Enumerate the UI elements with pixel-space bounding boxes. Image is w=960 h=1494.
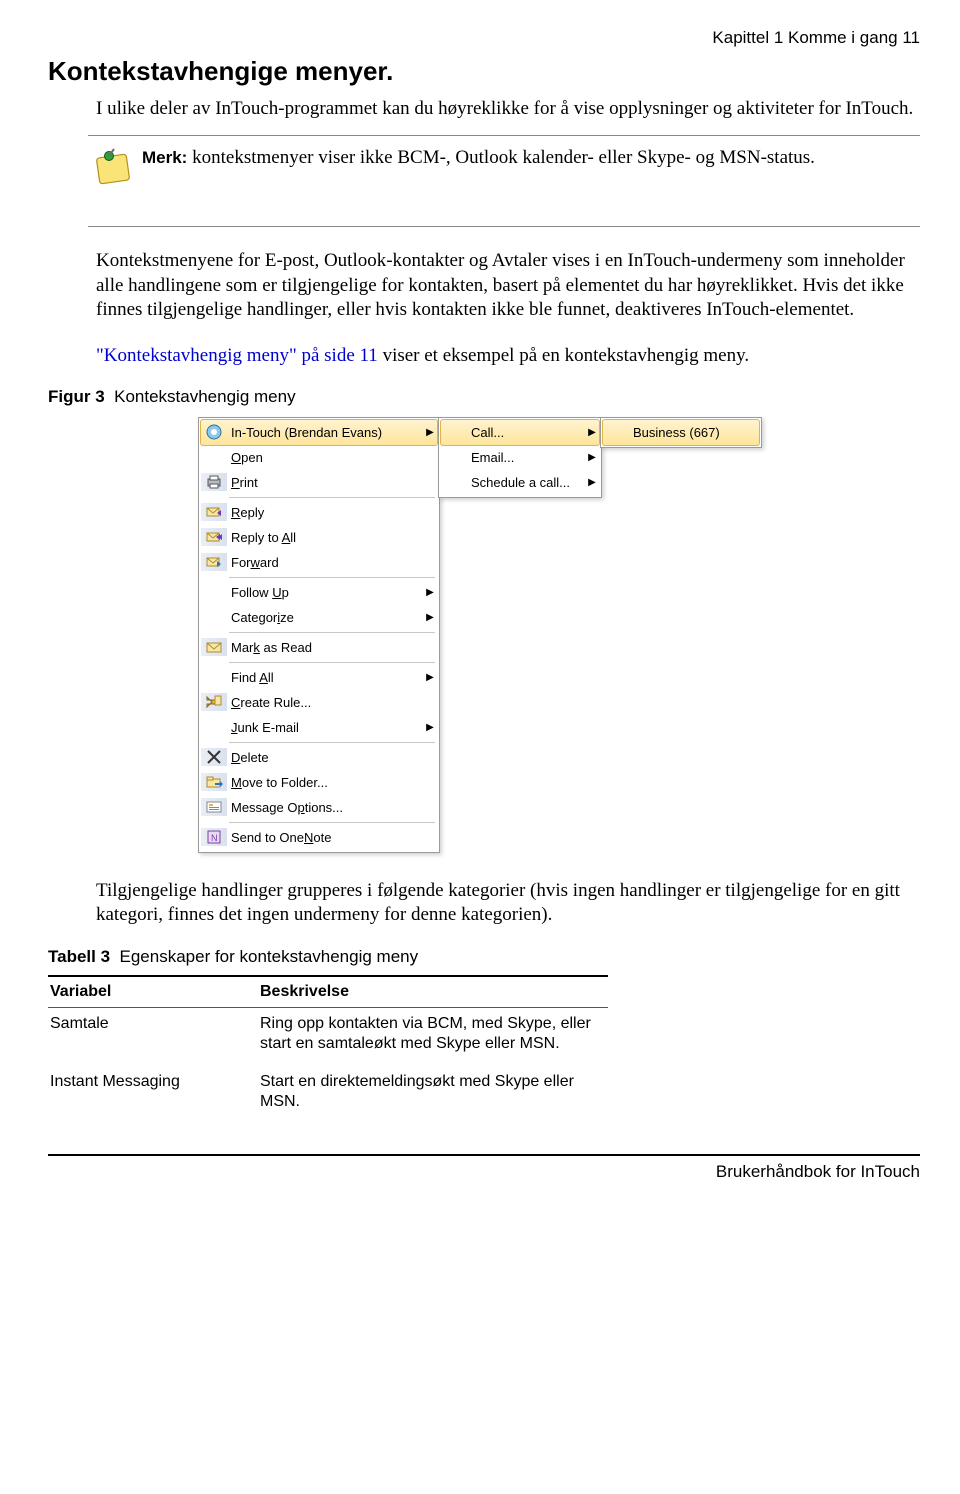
submenu-arrow-icon: ▶ (423, 722, 437, 733)
menu-item[interactable]: Mark as Read (201, 635, 437, 660)
context-menu-sub1: Call...▶Email...▶Schedule a call...▶ (438, 417, 602, 498)
section-title: Kontekstavhengige menyer. (48, 56, 920, 87)
submenu-item-label: Business (667) (629, 425, 745, 440)
delete-icon (201, 748, 227, 766)
menu-item[interactable]: Open (201, 445, 437, 470)
menu-separator (229, 662, 435, 663)
menu-item[interactable]: Follow Up▶ (201, 580, 437, 605)
note-box: Merk: kontekstmenyer viser ikke BCM-, Ou… (88, 135, 920, 227)
reply-icon (201, 503, 227, 521)
menu-item-label: In-Touch (Brendan Evans) (227, 425, 423, 440)
body-para-2-rest: viser et eksempel på en kontekstavhengig… (378, 345, 749, 366)
menu-item-label: Send to OneNote (227, 830, 423, 845)
forward-icon (201, 553, 227, 571)
menu-item[interactable]: Reply (201, 500, 437, 525)
menu-item[interactable]: Move to Folder... (201, 770, 437, 795)
menu-separator (229, 632, 435, 633)
note-pin-icon (92, 146, 134, 188)
body-para-2: "Kontekstavhengig meny" på side 11 viser… (96, 344, 920, 368)
table-cell-variable: Samtale (48, 1008, 258, 1067)
onenote-icon: N (201, 828, 227, 846)
table-cell-description: Ring opp kontakten via BCM, med Skype, e… (258, 1008, 608, 1067)
submenu-item-label: Email... (467, 450, 585, 465)
submenu-arrow-icon: ▶ (585, 477, 599, 488)
menu-item-label: Open (227, 450, 423, 465)
menu-item[interactable]: Categorize▶ (201, 605, 437, 630)
intro-paragraph: I ulike deler av InTouch-programmet kan … (96, 97, 920, 121)
footer-rule (48, 1154, 920, 1156)
submenu-item-label: Schedule a call... (467, 475, 585, 490)
menu-item-label: Delete (227, 750, 423, 765)
figure-label: Figur 3 (48, 387, 105, 406)
menu-item-label: Print (227, 475, 423, 490)
figure-title: Kontekstavhengig meny (114, 387, 295, 406)
table-head-col1: Variabel (48, 976, 258, 1008)
menu-separator (229, 742, 435, 743)
menu-item-label: Message Options... (227, 800, 423, 815)
menu-item-label: Create Rule... (227, 695, 423, 710)
menu-item[interactable]: Delete (201, 745, 437, 770)
figure-caption: Figur 3 Kontekstavhengig meny (48, 387, 920, 407)
submenu-item[interactable]: Email...▶ (441, 445, 599, 470)
createrule-icon (201, 693, 227, 711)
context-menu-sub2: Business (667) (600, 417, 762, 448)
submenu-arrow-icon: ▶ (423, 587, 437, 598)
menu-item-label: Follow Up (227, 585, 423, 600)
menu-item[interactable]: Find All▶ (201, 665, 437, 690)
footer-text: Brukerhåndbok for InTouch (48, 1162, 920, 1182)
menu-item[interactable]: Print (201, 470, 437, 495)
menu-item-label: Junk E-mail (227, 720, 423, 735)
submenu-item[interactable]: Schedule a call...▶ (441, 470, 599, 495)
submenu-arrow-icon: ▶ (423, 612, 437, 623)
movefolder-icon (201, 773, 227, 791)
menu-separator (229, 497, 435, 498)
table-cell-variable: Instant Messaging (48, 1066, 258, 1124)
table-label: Tabell 3 (48, 947, 110, 966)
msgoptions-icon (201, 798, 227, 816)
submenu-item[interactable]: Call...▶ (440, 419, 600, 446)
menu-item-label: Reply (227, 505, 423, 520)
submenu-item-label: Call... (467, 425, 585, 440)
menu-separator (229, 822, 435, 823)
crossref-link[interactable]: "Kontekstavhengig meny" på side 11 (96, 345, 378, 366)
menu-item[interactable]: In-Touch (Brendan Evans)▶ (200, 419, 438, 446)
submenu-arrow-icon: ▶ (423, 672, 437, 683)
menu-item[interactable]: Forward (201, 550, 437, 575)
table-title: Egenskaper for kontekstavhengig meny (120, 947, 419, 966)
intouch-icon (201, 423, 227, 441)
menu-item[interactable]: Message Options... (201, 795, 437, 820)
submenu-arrow-icon: ▶ (423, 427, 437, 438)
menu-item[interactable]: Reply to All (201, 525, 437, 550)
menu-item-label: Reply to All (227, 530, 423, 545)
menu-item-label: Move to Folder... (227, 775, 423, 790)
table-caption: Tabell 3 Egenskaper for kontekstavhengig… (48, 947, 920, 967)
note-text: kontekstmenyer viser ikke BCM-, Outlook … (187, 147, 815, 168)
page-header-chapter: Kapittel 1 Komme i gang 11 (48, 28, 920, 48)
context-menu-figure: In-Touch (Brendan Evans)▶OpenPrintReplyR… (198, 417, 920, 853)
submenu-item[interactable]: Business (667) (602, 419, 760, 446)
table-cell-description: Start en direktemeldingsøkt med Skype el… (258, 1066, 608, 1124)
note-label: Merk: (142, 148, 187, 167)
menu-item[interactable]: Create Rule... (201, 690, 437, 715)
menu-item[interactable]: Junk E-mail▶ (201, 715, 437, 740)
table-head-col2: Beskrivelse (258, 976, 608, 1008)
table-row: SamtaleRing opp kontakten via BCM, med S… (48, 1008, 608, 1067)
print-icon (201, 473, 227, 491)
table-row: Instant MessagingStart en direktemelding… (48, 1066, 608, 1124)
body-para-1: Kontekstmenyene for E-post, Outlook-kont… (96, 249, 920, 322)
replyall-icon (201, 528, 227, 546)
markread-icon (201, 638, 227, 656)
properties-table: Variabel Beskrivelse SamtaleRing opp kon… (48, 975, 608, 1124)
submenu-arrow-icon: ▶ (585, 427, 599, 438)
menu-item-label: Find All (227, 670, 423, 685)
menu-item-label: Forward (227, 555, 423, 570)
menu-item-label: Mark as Read (227, 640, 423, 655)
svg-text:N: N (211, 833, 218, 843)
after-figure-paragraph: Tilgjengelige handlinger grupperes i føl… (96, 879, 920, 928)
context-menu-main: In-Touch (Brendan Evans)▶OpenPrintReplyR… (198, 417, 440, 853)
menu-separator (229, 577, 435, 578)
menu-item[interactable]: N Send to OneNote (201, 825, 437, 850)
submenu-arrow-icon: ▶ (585, 452, 599, 463)
menu-item-label: Categorize (227, 610, 423, 625)
